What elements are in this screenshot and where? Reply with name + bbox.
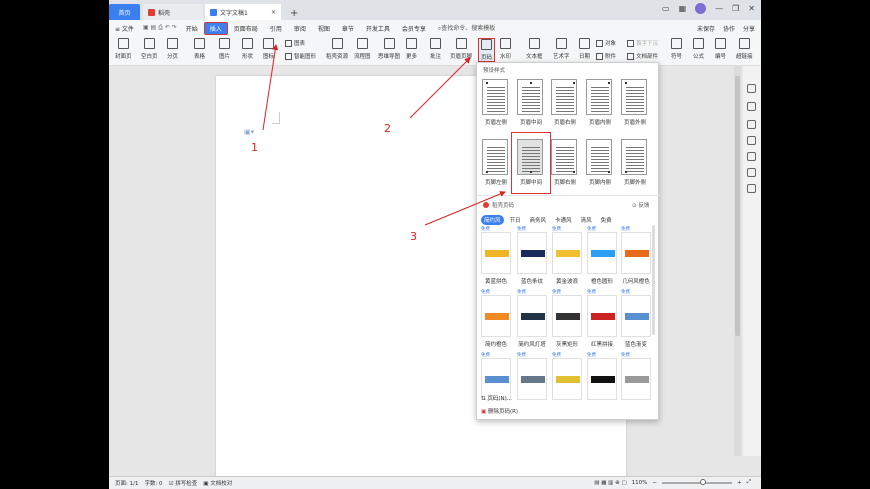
annotation-2: 2 — [384, 122, 391, 135]
annotation-1: 1 — [251, 141, 258, 154]
arrow-1 — [262, 44, 279, 131]
arrow-2 — [409, 57, 471, 119]
annotation-layer — [262, 44, 506, 226]
annotation-3: 3 — [410, 230, 417, 243]
arrow-3 — [424, 191, 506, 226]
